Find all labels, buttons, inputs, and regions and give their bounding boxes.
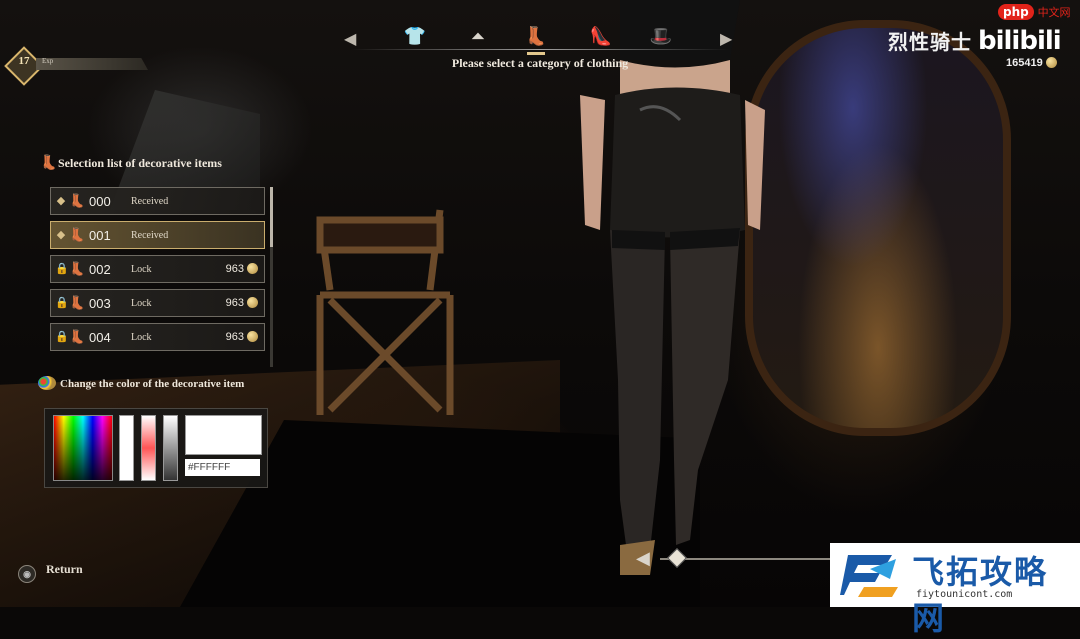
item-price-value: 963 — [225, 263, 244, 275]
rotate-left-arrow-icon[interactable]: ◀ — [636, 548, 650, 569]
coin-icon — [1045, 57, 1057, 68]
brightness-slider[interactable] — [119, 415, 134, 481]
site-suffix: 中文网 — [1037, 6, 1071, 19]
director-chair — [316, 209, 454, 415]
diamond-icon: ◆ — [56, 229, 66, 241]
rotation-slider[interactable]: ◀ — [636, 548, 836, 570]
rotation-knob[interactable] — [667, 548, 687, 568]
controller-button-icon: ◉ — [18, 565, 36, 583]
item-price: 963 — [226, 263, 258, 275]
stocking-icon: 👢 — [69, 227, 86, 242]
return-label: Return — [46, 562, 83, 576]
item-code: 002 — [89, 262, 111, 277]
coin-icon — [247, 331, 258, 342]
skirt-icon[interactable]: ⏶ — [465, 24, 491, 48]
nav-underline — [350, 49, 730, 50]
color-preview — [185, 415, 262, 455]
item-status: Received — [131, 196, 169, 207]
hat-icon[interactable]: 🎩 — [648, 24, 674, 48]
coin-icon — [247, 297, 258, 308]
scrollbar-thumb[interactable] — [270, 187, 273, 247]
diamond-icon: ◆ — [56, 195, 66, 207]
color-panel-title-text: Change the color of the decorative item — [60, 378, 245, 390]
lock-icon: 🔒 — [55, 263, 69, 275]
nav-prev-arrow-icon[interactable]: ◀ — [344, 29, 356, 49]
game-title: 烈性骑士 — [888, 30, 972, 54]
lock-icon: 🔒 — [55, 297, 69, 309]
coin-icon — [247, 263, 258, 274]
list-item-002[interactable]: 🔒 👢 002 Lock 963 — [50, 255, 265, 283]
items-list: ◆ 👢 000 Received ◆ 👢 001 Received 🔒 👢 00… — [50, 187, 265, 357]
color-panel-title: Change the color of the decorative item — [38, 376, 268, 390]
item-price-value: 963 — [225, 297, 244, 309]
item-code: 003 — [89, 296, 111, 311]
item-code: 000 — [89, 194, 111, 209]
feituo-logo-icon — [840, 555, 898, 597]
item-code: 004 — [89, 330, 111, 345]
item-status: Lock — [131, 298, 152, 309]
stocking-icon: 👢 — [69, 295, 86, 310]
nav-next-arrow-icon[interactable]: ▶ — [720, 29, 732, 49]
watermark-url: fiytounicont.com — [916, 589, 1013, 600]
item-status: Lock — [131, 264, 152, 275]
palette-icon — [38, 376, 56, 390]
currency-amount: 165419 — [1006, 57, 1043, 69]
value-slider[interactable] — [163, 415, 178, 481]
brand-logo: 烈性骑士 bilibili — [888, 26, 1062, 56]
site-watermark: php 中文网 — [998, 4, 1071, 20]
list-item-003[interactable]: 🔒 👢 003 Lock 963 — [50, 289, 265, 317]
list-item-001[interactable]: ◆ 👢 001 Received — [50, 221, 265, 249]
hex-input[interactable]: #FFFFFF — [185, 459, 260, 476]
item-status: Received — [131, 230, 169, 241]
bilibili-logo: bilibili — [978, 26, 1062, 56]
level-number: 17 — [18, 55, 30, 67]
currency-display: 165419 — [1006, 57, 1057, 69]
php-badge: php — [998, 4, 1034, 20]
lock-icon: 🔒 — [55, 331, 69, 343]
color-spectrum[interactable] — [53, 415, 113, 481]
list-item-000[interactable]: ◆ 👢 000 Received — [50, 187, 265, 215]
stocking-icon: 👢 — [69, 329, 86, 344]
items-panel-title-text: Selection list of decorative items — [58, 156, 222, 170]
stocking-icon: 👢 — [69, 261, 86, 276]
return-button[interactable]: ◉ Return — [18, 562, 83, 583]
category-prompt: Please select a category of clothing — [451, 56, 629, 70]
xp-label: Exp — [42, 57, 54, 65]
color-picker: #FFFFFF — [44, 408, 268, 488]
item-price-value: 963 — [225, 331, 244, 343]
site-watermark-box: 飞拓攻略网 fiytounicont.com — [830, 543, 1080, 637]
item-status: Lock — [131, 332, 152, 343]
shirt-icon[interactable]: 👕 — [402, 24, 428, 48]
saturation-slider[interactable] — [141, 415, 156, 481]
items-scrollbar[interactable] — [270, 187, 273, 367]
stocking-icon: 👢 — [69, 193, 86, 208]
high-heel-icon[interactable]: 👠 — [588, 24, 614, 48]
list-item-004[interactable]: 🔒 👢 004 Lock 963 — [50, 323, 265, 351]
stockings-icon[interactable]: 👢 — [523, 24, 549, 55]
items-panel-title: 👢Selection list of decorative items — [40, 155, 222, 172]
character-figure — [580, 0, 765, 575]
item-code: 001 — [89, 228, 111, 243]
item-price: 963 — [226, 331, 258, 343]
mirror — [745, 20, 1011, 436]
item-price: 963 — [226, 297, 258, 309]
stocking-icon: 👢 — [40, 156, 58, 171]
